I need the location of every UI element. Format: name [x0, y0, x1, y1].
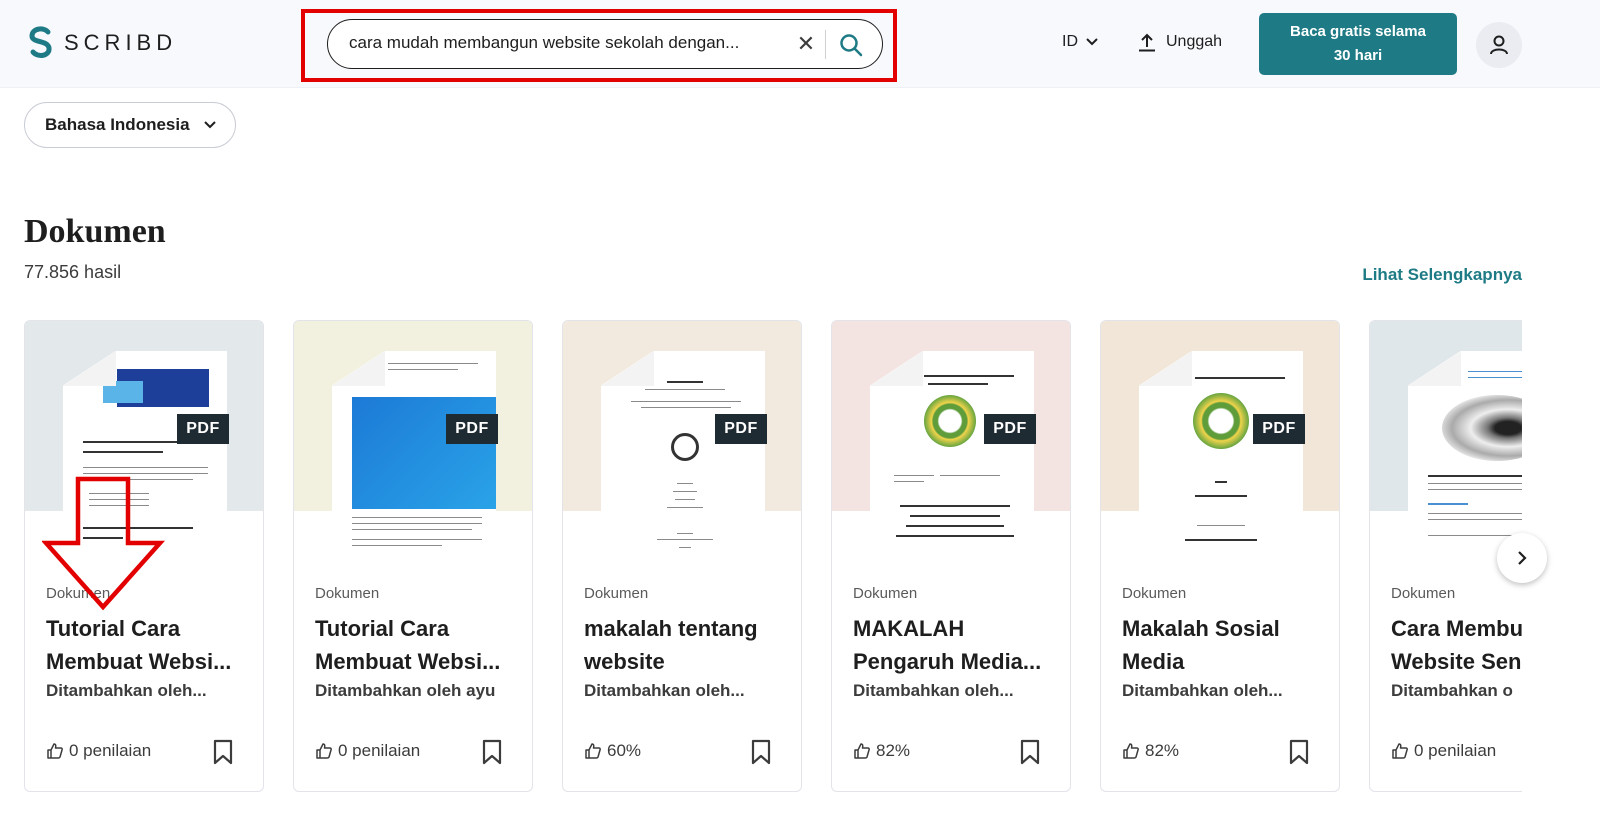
thumbs-up-icon [1392, 743, 1408, 759]
card-title[interactable]: Tutorial Cara Membuat Websi... [315, 612, 515, 678]
free-trial-button[interactable]: Baca gratis selama 30 hari [1259, 13, 1457, 75]
card-author[interactable]: Ditambahkan oleh... [853, 681, 1053, 701]
language-code: ID [1062, 33, 1078, 50]
cta-line-1: Baca gratis selama [1290, 23, 1426, 40]
bookmark-icon[interactable] [481, 739, 503, 765]
card-thumbnail [1370, 321, 1522, 567]
section-title: Dokumen [24, 213, 166, 250]
card-title[interactable]: Makalah Sosial Media [1122, 612, 1322, 678]
rating-value: 82% [876, 741, 911, 760]
pdf-badge: PDF [177, 414, 229, 444]
upload-button[interactable]: Unggah [1138, 32, 1222, 52]
rating-value: 0 penilaian [338, 741, 421, 760]
card-type: Dokumen [584, 585, 649, 602]
language-selector[interactable]: ID [1062, 33, 1098, 51]
card-rating: 82% [853, 741, 910, 761]
card-thumbnail: PDF [832, 321, 1070, 567]
see-more-link[interactable]: Lihat Selengkapnya [1362, 265, 1522, 285]
thumbs-up-icon [47, 743, 63, 759]
rating-value: 82% [1145, 741, 1180, 760]
card-thumbnail: PDF [1101, 321, 1339, 567]
upload-label: Unggah [1166, 33, 1223, 50]
thumbs-up-icon [854, 743, 870, 759]
card-rating: 0 penilaian [46, 741, 151, 761]
upload-icon [1139, 33, 1155, 52]
red-arrow-annotation [42, 476, 166, 611]
bookmark-icon[interactable] [1288, 739, 1310, 765]
language-filter[interactable]: Bahasa Indonesia [24, 102, 236, 148]
scribd-logo[interactable]: SCRIBD [28, 26, 177, 60]
document-card[interactable]: PDF Dokumen Tutorial Cara Membuat Websi.… [293, 320, 533, 792]
cta-line-2: 30 hari [1333, 47, 1383, 64]
card-title[interactable]: Cara Membu Website Sen [1391, 612, 1522, 678]
bookmark-icon[interactable] [212, 739, 234, 765]
pdf-badge: PDF [446, 414, 498, 444]
card-title[interactable]: MAKALAH Pengaruh Media... [853, 612, 1053, 678]
user-avatar[interactable] [1476, 22, 1522, 68]
card-type: Dokumen [1391, 585, 1456, 602]
document-card[interactable]: PDF Dokumen Makalah Sosial Media Ditamba… [1100, 320, 1340, 792]
card-rating: 60% [584, 741, 641, 761]
card-thumbnail: PDF [294, 321, 532, 567]
thumbs-up-icon [1123, 743, 1139, 759]
card-type: Dokumen [315, 585, 380, 602]
search-highlight-box [301, 9, 897, 82]
document-card[interactable]: PDF Dokumen makalah tentang website Dita… [562, 320, 802, 792]
document-carousel: PDF Dokumen Tutorial Cara Membuat Websi.… [24, 320, 1522, 800]
pdf-badge: PDF [715, 414, 767, 444]
card-thumbnail: PDF [563, 321, 801, 567]
thumbs-up-icon [316, 743, 332, 759]
result-count: 77.856 hasil [24, 262, 122, 282]
card-rating: 82% [1122, 741, 1179, 761]
card-author[interactable]: Ditambahkan oleh... [46, 681, 246, 701]
card-rating: 0 penilaian [315, 741, 420, 761]
chevron-down-icon [203, 121, 216, 129]
card-author[interactable]: Ditambahkan oleh... [1122, 681, 1322, 701]
document-card[interactable]: PDF Dokumen MAKALAH Pengaruh Media... Di… [831, 320, 1071, 792]
card-author[interactable]: Ditambahkan o [1391, 681, 1522, 701]
logo-text: SCRIBD [64, 30, 178, 55]
card-title[interactable]: makalah tentang website [584, 612, 784, 678]
bookmark-icon[interactable] [1019, 739, 1041, 765]
carousel-next-button[interactable] [1497, 533, 1547, 583]
card-title[interactable]: Tutorial Cara Membuat Websi... [46, 612, 246, 678]
thumbs-up-icon [585, 743, 601, 759]
language-filter-label: Bahasa Indonesia [45, 115, 190, 134]
scribd-logo-icon [29, 26, 52, 58]
chevron-right-icon [1518, 551, 1527, 565]
card-rating: 0 penilaian [1391, 741, 1496, 761]
rating-value: 0 penilaian [69, 741, 152, 760]
card-author[interactable]: Ditambahkan oleh ayu [315, 681, 515, 701]
chevron-down-icon [1086, 38, 1098, 46]
bookmark-icon[interactable] [750, 739, 772, 765]
card-author[interactable]: Ditambahkan oleh... [584, 681, 784, 701]
user-icon [1490, 35, 1508, 55]
card-type: Dokumen [1122, 585, 1187, 602]
pdf-badge: PDF [984, 414, 1036, 444]
card-type: Dokumen [853, 585, 918, 602]
pdf-badge: PDF [1253, 414, 1305, 444]
rating-value: 0 penilaian [1414, 741, 1497, 760]
rating-value: 60% [607, 741, 642, 760]
